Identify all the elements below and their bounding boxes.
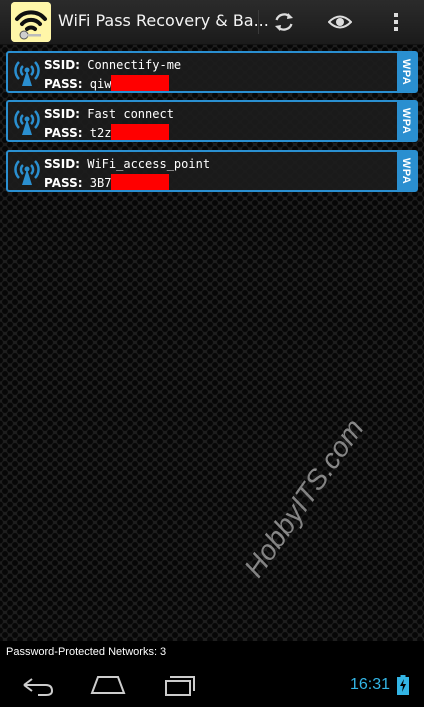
pass-label: PASS: [44, 126, 83, 140]
app-wifi-key-icon[interactable] [11, 2, 51, 42]
security-badge: WPA [397, 53, 416, 91]
pass-value: t2z [89, 126, 112, 140]
pass-label: PASS: [44, 176, 83, 190]
back-icon[interactable] [18, 671, 58, 699]
ssid-label: SSID: [44, 157, 80, 171]
clock: 16:31 [350, 676, 391, 693]
pass-value: 3B7 [89, 176, 112, 190]
network-card[interactable]: SSID: WiFi_access_point PASS: 3B7 WPA [6, 150, 418, 192]
recent-apps-icon[interactable] [158, 671, 198, 699]
refresh-icon[interactable] [262, 0, 306, 44]
eye-icon[interactable] [318, 0, 362, 44]
status-footer: Password-Protected Networks: 3 [0, 641, 424, 663]
security-badge: WPA [397, 152, 416, 190]
home-icon[interactable] [88, 671, 128, 699]
action-bar: WiFi Pass Recovery & Ba... [0, 0, 424, 45]
redaction-box [111, 124, 170, 140]
battery-charging-icon [397, 675, 409, 695]
divider [258, 10, 259, 34]
watermark-text: HobbyITS.com [238, 413, 370, 583]
system-nav-bar: 16:31 [0, 663, 424, 707]
security-badge: WPA [397, 102, 416, 140]
ssid-value: Connectify-me [87, 58, 182, 72]
ssid-label: SSID: [44, 58, 80, 72]
protected-networks-count: Password-Protected Networks: 3 [6, 646, 167, 658]
network-list: SSID: Connectify-me PASS: qiw WPA SSID: … [0, 45, 424, 641]
network-card[interactable]: SSID: Fast connect PASS: t2z WPA [6, 100, 418, 142]
app-title: WiFi Pass Recovery & Ba... [58, 11, 269, 30]
redaction-box [111, 75, 170, 91]
wifi-antenna-icon [14, 160, 40, 185]
pass-value: qiw [89, 77, 112, 91]
redaction-box [111, 174, 170, 190]
ssid-value: Fast connect [87, 107, 174, 121]
ssid-label: SSID: [44, 107, 80, 121]
wifi-antenna-icon [14, 110, 40, 135]
network-card[interactable]: SSID: Connectify-me PASS: qiw WPA [6, 51, 418, 93]
pass-label: PASS: [44, 77, 83, 91]
ssid-value: WiFi_access_point [87, 157, 211, 171]
overflow-menu-icon[interactable] [374, 0, 418, 44]
wifi-antenna-icon [14, 61, 40, 86]
